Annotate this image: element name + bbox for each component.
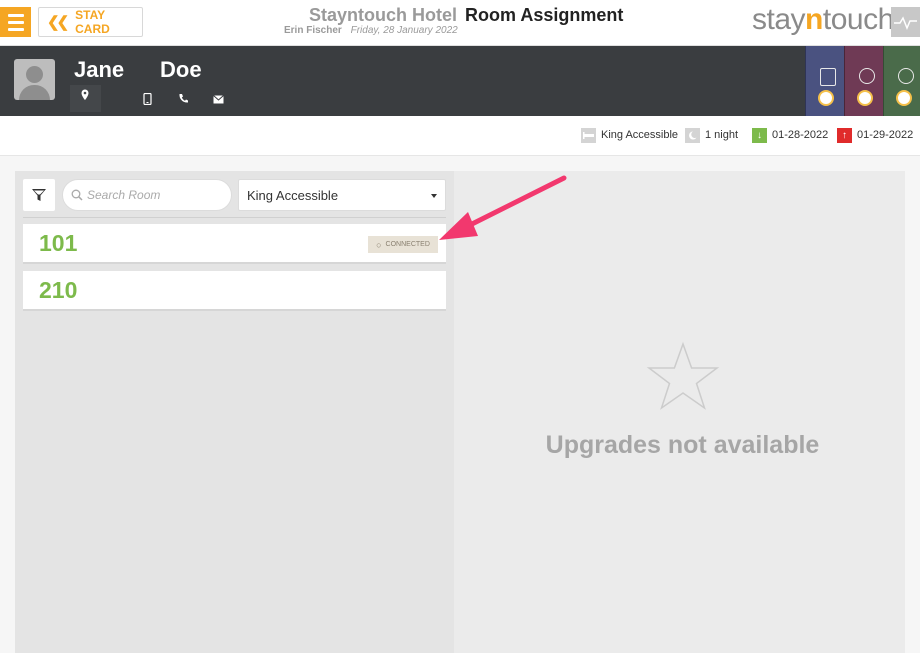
departure-date: ↑ 01-29-2022	[837, 127, 913, 143]
brand-logo: stayntouch	[752, 3, 894, 36]
stay-card-label: STAY CARD	[75, 8, 110, 36]
tab-web[interactable]	[844, 46, 883, 116]
page-title: Room Assignment	[465, 5, 624, 25]
arrow-up-icon: ↑	[837, 127, 852, 143]
pulse-icon	[894, 16, 917, 30]
arrow-down-icon: ↓	[752, 127, 767, 143]
guest-header: Jane Doe	[0, 46, 920, 116]
search-icon	[818, 90, 834, 106]
room-type-selected: King Accessible	[247, 187, 339, 203]
reservation-summary: King Accessible 1 night ↓ 01-28-2022 ↑ 0…	[0, 116, 920, 156]
email-icon[interactable]	[213, 95, 224, 104]
user-date-line: Erin Fischer Friday, 28 January 2022	[284, 25, 458, 36]
stay-card-button[interactable]: ❮❮ STAY CARD	[38, 7, 143, 37]
tab-reservation[interactable]	[805, 46, 844, 116]
mobile-phone-icon[interactable]	[143, 93, 152, 105]
arrival-date: ↓ 01-28-2022	[752, 127, 828, 143]
room-type-select[interactable]: King Accessible	[238, 179, 446, 211]
phone-icon[interactable]	[178, 93, 189, 104]
guest-last-name: Doe	[160, 57, 202, 82]
nights-info: 1 night	[685, 127, 738, 143]
moon-icon	[685, 127, 700, 143]
room-assignment-panel: King Accessible 101 ○ CONNECTED 210 Upgr…	[15, 171, 905, 653]
double-chevron-left-icon: ❮❮	[47, 14, 69, 31]
divider	[23, 217, 446, 218]
room-number: 101	[39, 230, 78, 256]
search-icon	[857, 90, 873, 106]
top-bar: ❮❮ STAY CARD Stayntouch Hotel Room Assig…	[0, 0, 920, 46]
filter-button[interactable]	[23, 179, 55, 211]
location-pin-icon	[81, 89, 89, 100]
room-row-210[interactable]: 210	[23, 271, 446, 311]
globe-icon	[859, 68, 875, 84]
activity-button[interactable]	[891, 7, 920, 37]
location-button[interactable]	[70, 85, 101, 112]
bed-icon	[581, 127, 596, 143]
menu-icon	[7, 13, 24, 17]
search-room-field[interactable]	[62, 179, 232, 211]
card-tabs	[805, 46, 920, 116]
room-type-info: King Accessible	[581, 127, 678, 143]
connected-badge: ○ CONNECTED	[368, 236, 438, 253]
upgrades-empty-state: Upgrades not available	[470, 341, 895, 460]
star-icon	[646, 341, 719, 410]
room-list-column: King Accessible 101 ○ CONNECTED 210	[15, 171, 454, 653]
search-icon	[71, 189, 83, 201]
room-number: 210	[39, 277, 78, 303]
building-icon	[820, 68, 836, 86]
guest-first-name: Jane	[74, 57, 125, 82]
hotel-name: Stayntouch Hotel	[309, 5, 458, 25]
main-content: King Accessible 101 ○ CONNECTED 210 Upgr…	[0, 156, 920, 653]
circles-icon	[898, 68, 914, 84]
business-date: Friday, 28 January 2022	[350, 25, 458, 36]
funnel-icon	[32, 189, 46, 201]
search-room-input[interactable]	[87, 188, 217, 202]
guest-avatar	[14, 59, 55, 100]
user-name: Erin Fischer	[284, 25, 342, 36]
upgrades-message: Upgrades not available	[545, 431, 820, 459]
room-row-101[interactable]: 101 ○ CONNECTED	[23, 224, 446, 264]
search-icon	[896, 90, 912, 106]
caret-down-icon	[431, 194, 437, 198]
car-icon: ○	[376, 239, 382, 250]
tab-groups[interactable]	[883, 46, 920, 116]
menu-button[interactable]	[0, 7, 31, 37]
